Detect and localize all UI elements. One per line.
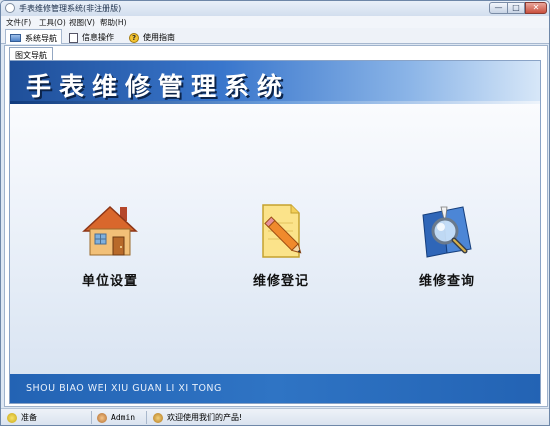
repair-register-button[interactable]: 维修登记 xyxy=(221,201,341,291)
repair-query-button[interactable]: 维修查询 xyxy=(387,201,507,291)
main-tab-strip: 系统导航 信息操作 ? 使用指南 xyxy=(1,28,549,44)
unit-settings-button[interactable]: 单位设置 xyxy=(50,201,170,291)
banner-title: 手表维修管理系统 xyxy=(26,72,291,101)
tab-user-guide[interactable]: ? 使用指南 xyxy=(125,29,179,44)
status-bar: 准备 Admin 欢迎使用我们的产品! xyxy=(1,408,549,425)
menu-file[interactable]: 文件(F) xyxy=(6,17,31,28)
status-user-text: Admin xyxy=(111,413,136,422)
document-icon xyxy=(69,32,78,43)
notepad-pencil-icon xyxy=(262,204,302,258)
repair-register-label: 维修登记 xyxy=(252,274,309,289)
app-window: 手表维修管理系统(非注册版) — □ ✕ 文件(F) 工具(O) 视图(V) 帮… xyxy=(0,0,550,426)
status-user: Admin xyxy=(97,411,135,424)
ready-icon xyxy=(7,412,17,423)
tab-label: 系统导航 xyxy=(25,33,57,43)
banner: 手表维修管理系统 xyxy=(10,61,540,101)
title-bar: 手表维修管理系统(非注册版) — □ ✕ xyxy=(1,1,549,16)
status-welcome: 欢迎使用我们的产品! xyxy=(153,411,242,424)
window-title: 手表维修管理系统(非注册版) xyxy=(19,4,122,13)
status-ready-text: 准备 xyxy=(21,413,37,422)
tab-label: 信息操作 xyxy=(82,33,114,42)
pinyin-subtitle: SHOU BIAO WEI XIU GUAN LI XI TONG xyxy=(26,383,222,394)
repair-query-label: 维修查询 xyxy=(418,274,475,289)
welcome-icon xyxy=(153,412,163,423)
footer-band: SHOU BIAO WEI XIU GUAN LI XI TONG xyxy=(10,374,540,403)
maximize-button[interactable]: □ xyxy=(508,2,525,14)
house-icon xyxy=(82,205,138,256)
content-area: 图文导航 手表维修管理系统 单位设置 维修登记 维修查询 SHOU BIAO W… xyxy=(4,45,548,407)
help-icon: ? xyxy=(129,32,139,43)
unit-settings-label: 单位设置 xyxy=(81,274,138,289)
tab-graphic-nav[interactable]: 图文导航 xyxy=(9,47,53,61)
menu-view[interactable]: 视图(V) xyxy=(69,17,95,28)
status-divider xyxy=(146,411,147,424)
tab-system-nav[interactable]: 系统导航 xyxy=(5,29,62,44)
user-icon xyxy=(97,412,107,423)
menu-help[interactable]: 帮助(H) xyxy=(100,17,127,28)
banner-divider xyxy=(10,101,540,104)
navigation-panel: 手表维修管理系统 单位设置 维修登记 维修查询 SHOU BIAO WEI XI… xyxy=(9,60,541,404)
menu-bar: 文件(F) 工具(O) 视图(V) 帮助(H) xyxy=(1,16,549,28)
status-welcome-text: 欢迎使用我们的产品! xyxy=(167,413,243,422)
magnifier-book-icon xyxy=(422,206,472,258)
menu-tools[interactable]: 工具(O) xyxy=(39,17,66,28)
minimize-button[interactable]: — xyxy=(489,2,508,14)
monitor-icon xyxy=(10,34,21,42)
tab-info-ops[interactable]: 信息操作 xyxy=(65,29,118,44)
app-icon xyxy=(5,3,15,13)
close-button[interactable]: ✕ xyxy=(525,2,547,14)
status-divider xyxy=(91,411,92,424)
tab-label: 使用指南 xyxy=(143,33,175,42)
status-ready: 准备 xyxy=(7,411,37,424)
